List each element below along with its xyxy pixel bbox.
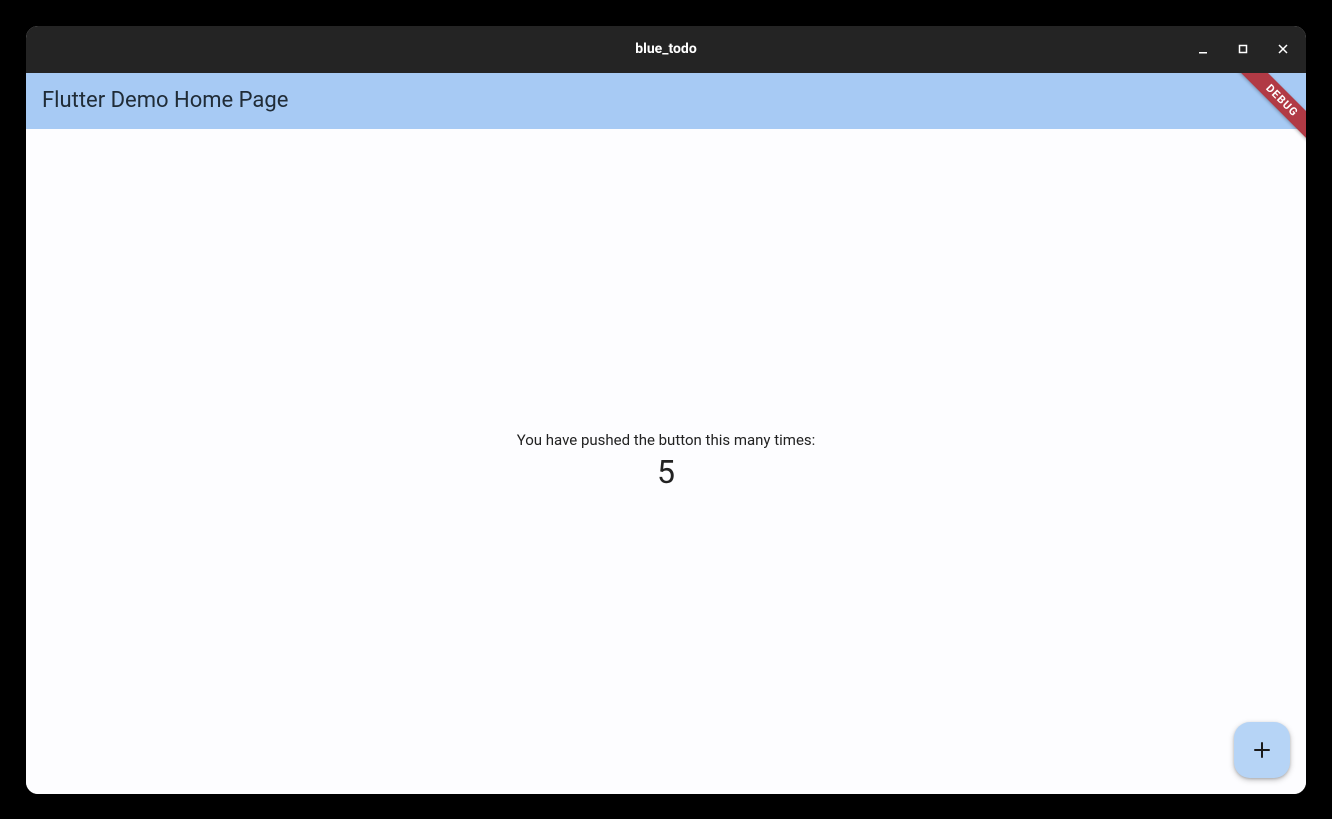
counter-value: 5	[657, 453, 675, 491]
window-controls	[1188, 26, 1298, 73]
increment-fab[interactable]	[1234, 722, 1290, 778]
app-bar-title: Flutter Demo Home Page	[42, 88, 288, 113]
titlebar: blue_todo	[26, 26, 1306, 73]
application-window: blue_todo Flutter Demo Home Page You hav…	[26, 26, 1306, 794]
window-title: blue_todo	[635, 41, 696, 57]
app-bar: Flutter Demo Home Page	[26, 73, 1306, 129]
maximize-icon	[1237, 43, 1249, 55]
minimize-icon	[1197, 43, 1209, 55]
close-button[interactable]	[1268, 34, 1298, 64]
app-body: Flutter Demo Home Page You have pushed t…	[26, 73, 1306, 794]
minimize-button[interactable]	[1188, 34, 1218, 64]
plus-icon	[1250, 738, 1274, 762]
counter-message: You have pushed the button this many tim…	[517, 431, 816, 449]
maximize-button[interactable]	[1228, 34, 1258, 64]
close-icon	[1277, 43, 1289, 55]
content-area: You have pushed the button this many tim…	[26, 129, 1306, 794]
